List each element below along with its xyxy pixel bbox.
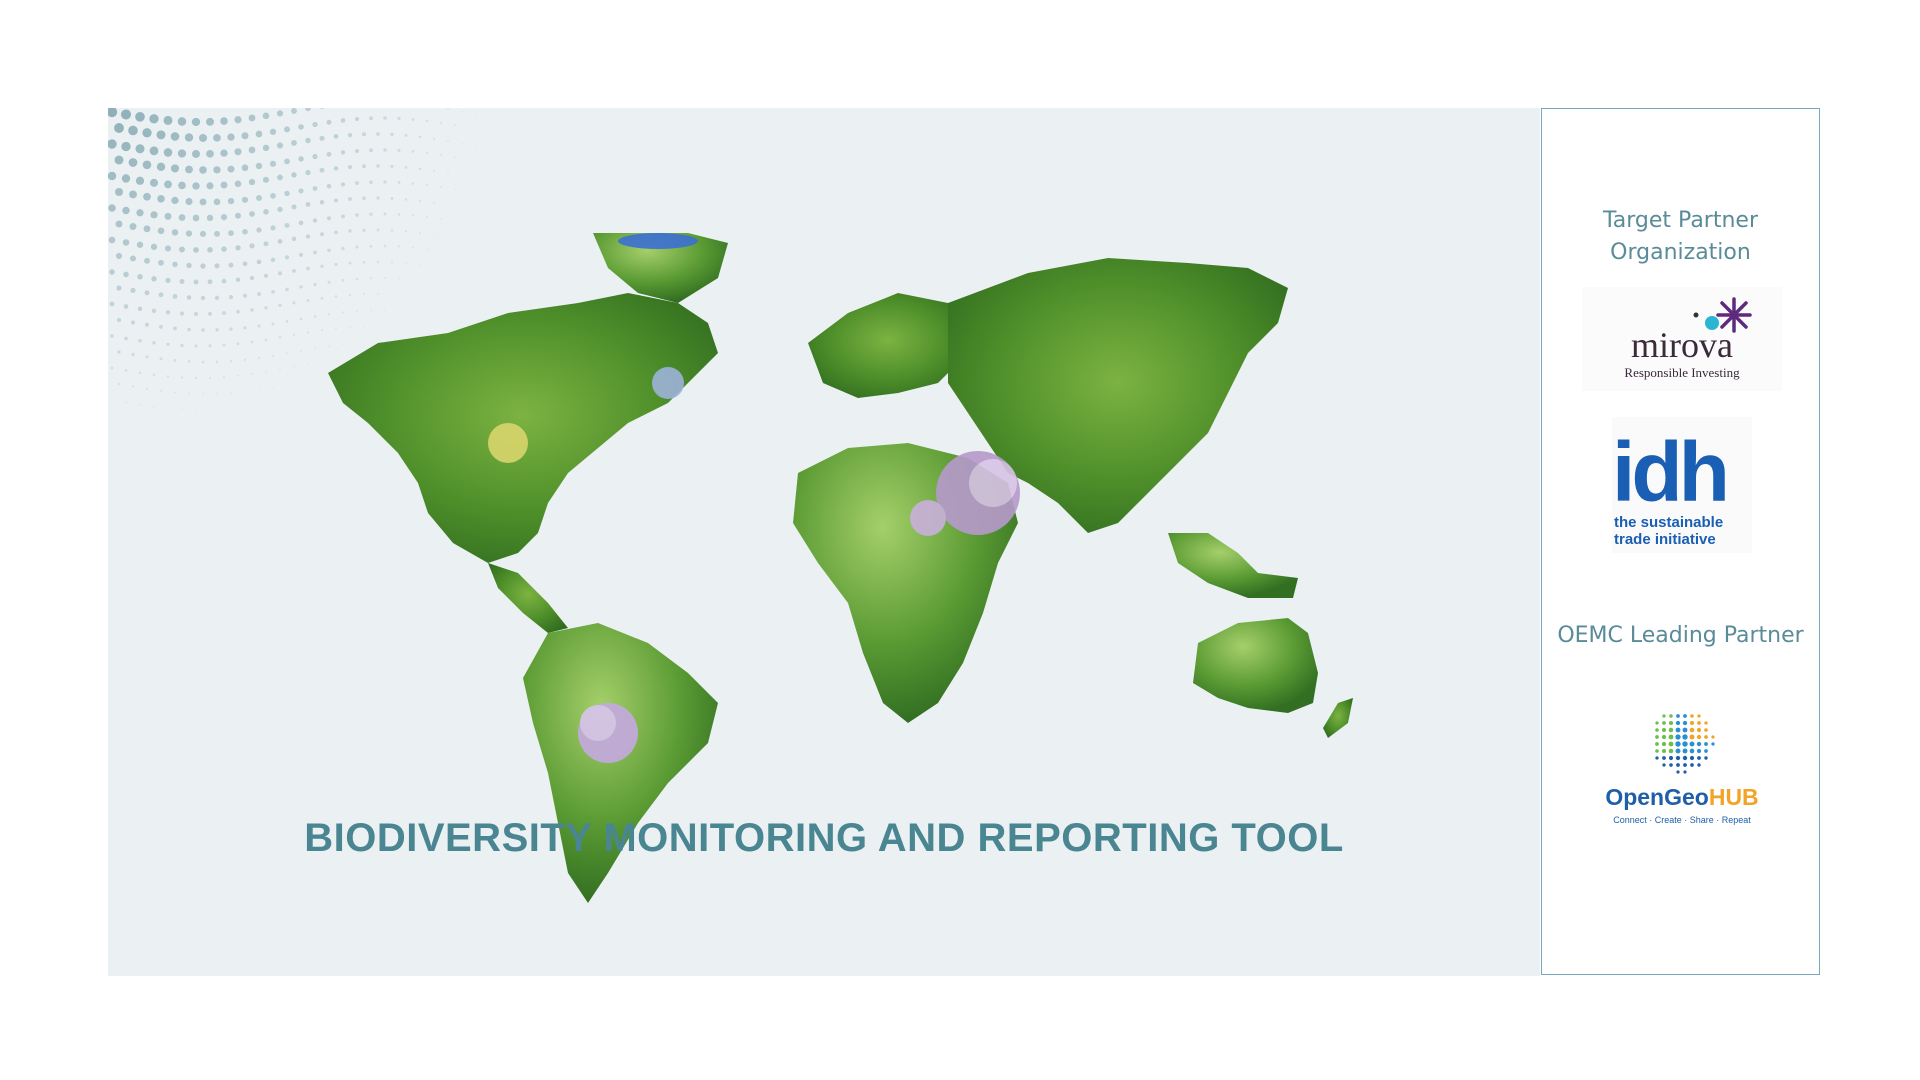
target-partner-label: Target Partner Organization xyxy=(1602,208,1758,265)
page-title: BIODIVERSITY MONITORING AND REPORTING TO… xyxy=(304,816,1344,860)
opengeohub-wordmark: OpenGeoHUB xyxy=(1605,784,1758,810)
partners-panel: Target Partner Organization mirova Respo… xyxy=(1541,108,1820,975)
mirova-wordmark: mirova xyxy=(1631,325,1733,365)
idh-wordmark: idh xyxy=(1612,425,1726,519)
mirova-logo: mirova Responsible Investing xyxy=(1582,287,1782,391)
hero-banner: BIODIVERSITY MONITORING AND REPORTING TO… xyxy=(108,108,1540,976)
idh-logo: idh the sustainable trade initiative xyxy=(1612,417,1752,553)
idh-tagline-1: the sustainable xyxy=(1614,514,1723,531)
oemc-leading-partner-label: OEMC Leading Partner xyxy=(1557,623,1804,648)
opengeohub-logo: OpenGeoHUB Connect · Create · Share · Re… xyxy=(1602,705,1762,831)
idh-tagline-2: trade initiative xyxy=(1614,531,1716,548)
opengeohub-tagline: Connect · Create · Share · Repeat xyxy=(1613,815,1751,825)
mirova-tagline: Responsible Investing xyxy=(1624,365,1740,380)
